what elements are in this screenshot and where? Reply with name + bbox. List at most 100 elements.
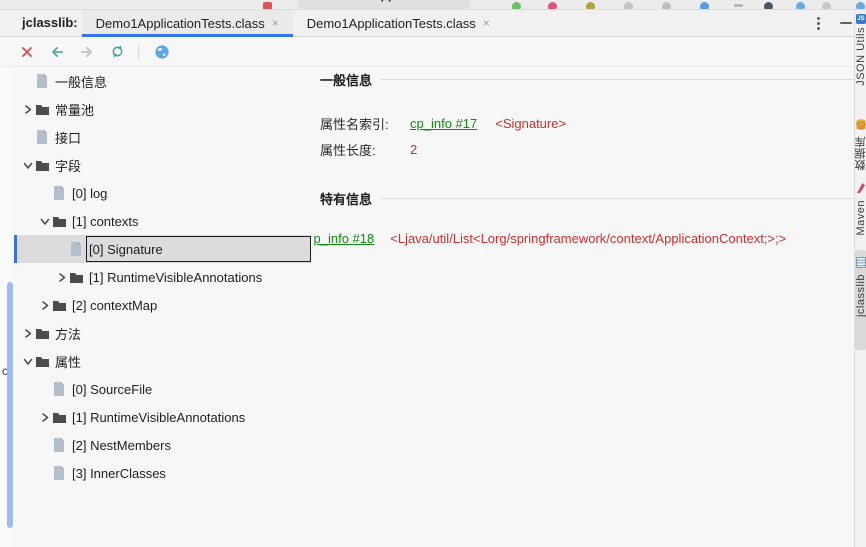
chevron-right-icon[interactable] — [37, 297, 53, 313]
class-tree: 一般信息常量池接口字段 [0] log [1] contexts [0] Signat… — [14, 67, 311, 527]
tree-item[interactable]: 常量池 — [14, 95, 311, 123]
tree-item[interactable]: [1] RuntimeVisibleAnnotations — [14, 263, 311, 291]
profiler-icon — [548, 2, 557, 10]
chevron-right-icon[interactable] — [20, 101, 36, 117]
specific-info-header: 特有信息 — [320, 190, 854, 207]
tree-item[interactable]: [2] NestMembers — [14, 431, 311, 459]
run-configuration-selector[interactable]: Demo1ApplicationTests — [298, 0, 470, 9]
avatar-icon — [856, 2, 865, 10]
bookmark-icon — [263, 2, 272, 10]
record-icon — [764, 2, 773, 10]
tree-item[interactable]: 一般信息 — [14, 67, 311, 95]
chevron-right-icon[interactable] — [20, 325, 36, 341]
signature-row: cp_info #18 <Ljava/util/List<Lorg/spring… — [313, 225, 854, 251]
database-icon — [856, 118, 866, 133]
tree-item[interactable]: [0] SourceFile — [14, 375, 311, 403]
globe-icon — [154, 44, 170, 60]
chevron-down-icon[interactable] — [20, 353, 36, 369]
tree-item-label: [0] log — [72, 186, 107, 201]
stripe-item-label: 数据库 — [855, 136, 866, 171]
tree-item[interactable]: [0] Signature — [14, 235, 311, 263]
tree-item-label: [3] InnerClasses — [72, 466, 166, 481]
document-icon — [36, 130, 50, 144]
tree-item[interactable]: 字段 — [14, 151, 311, 179]
reload-button[interactable] — [104, 41, 130, 63]
tree-item-label: [1] contexts — [72, 214, 138, 229]
more-options-icon[interactable] — [815, 15, 822, 32]
forward-button[interactable] — [74, 41, 100, 63]
tree-item[interactable]: 接口 — [14, 123, 311, 151]
folder-icon — [36, 356, 50, 367]
chevron-down-icon[interactable] — [20, 157, 36, 173]
run-config-name: Demo1ApplicationTests — [332, 0, 468, 2]
document-icon — [53, 186, 67, 200]
toolbar-separator — [138, 43, 139, 60]
attribute-value: 2 — [410, 142, 417, 157]
header-rule — [381, 198, 854, 199]
stop-icon — [624, 2, 633, 10]
json-badge-icon: JS — [856, 14, 866, 24]
coverage-icon — [586, 2, 595, 10]
hide-toolwindow-icon[interactable] — [840, 22, 852, 24]
stripe-item-json-utils[interactable]: JSJSON Utils — [855, 14, 866, 86]
folder-icon — [36, 160, 50, 171]
refresh-icon — [110, 44, 125, 59]
tree-item[interactable]: [0] log — [14, 179, 311, 207]
editor-scrollbar[interactable] — [7, 282, 13, 528]
tree-item[interactable]: [1] RuntimeVisibleAnnotations — [14, 403, 311, 431]
general-info-title: 一般信息 — [320, 70, 372, 89]
tab-close-icon[interactable]: × — [483, 16, 490, 30]
play-icon — [662, 2, 671, 10]
right-toolwindow-stripe: JSJSON Utils 数据库 Maven jclasslib — [854, 10, 866, 547]
jclasslib-icon — [856, 256, 866, 271]
folder-icon — [53, 412, 67, 423]
constant-pool-link[interactable]: cp_info #18 — [313, 231, 374, 246]
folder-icon — [36, 104, 50, 115]
search-icon — [796, 2, 805, 10]
folder-icon — [53, 300, 67, 311]
json-badge-text: JS — [856, 14, 866, 24]
tree-item[interactable]: [2] contextMap — [14, 291, 311, 319]
attribute-label: 属性名索引: — [320, 114, 410, 133]
chevron-right-icon[interactable] — [37, 409, 53, 425]
chevron-down-icon[interactable] — [37, 213, 53, 229]
tab-title: Demo1ApplicationTests.class — [307, 16, 476, 31]
open-in-browser-button[interactable] — [149, 41, 175, 63]
arrow-left-icon — [49, 45, 65, 59]
settings-icon — [822, 2, 831, 10]
tab-1[interactable]: Demo1ApplicationTests.class × — [293, 10, 504, 36]
run-icon — [512, 2, 521, 10]
jclasslib-tab-bar: jclasslib: Demo1ApplicationTests.class×D… — [0, 10, 866, 37]
tree-item-label: [2] contextMap — [72, 298, 157, 313]
chevron-right-icon[interactable] — [54, 269, 70, 285]
tree-item[interactable]: 属性 — [14, 347, 311, 375]
close-panel-button[interactable] — [14, 41, 40, 63]
tree-item-label: [2] NestMembers — [72, 438, 171, 453]
tree-item[interactable]: [3] InnerClasses — [14, 459, 311, 487]
debug-icon — [700, 2, 709, 10]
header-rule — [381, 79, 854, 80]
stripe-item-jclasslib[interactable]: jclasslib — [855, 256, 866, 317]
attribute-row: 属性名索引:cp_info #17 <Signature> — [320, 110, 854, 136]
main-toolbar-strip: Demo1ApplicationTests — [0, 0, 866, 10]
editor-sliver: cl — [0, 67, 14, 547]
constant-pool-link[interactable]: cp_info #17 — [410, 116, 477, 131]
signature-value: <Ljava/util/List<Lorg/springframework/co… — [390, 231, 786, 246]
document-icon — [36, 74, 50, 88]
tab-close-icon[interactable]: × — [272, 16, 279, 30]
document-icon — [53, 438, 67, 452]
stripe-item--[interactable]: 数据库 — [855, 118, 866, 171]
document-icon — [53, 466, 67, 480]
tree-item[interactable]: [1] contexts — [14, 207, 311, 235]
tree-item[interactable]: 方法 — [14, 319, 311, 347]
folder-icon — [70, 272, 84, 283]
folder-icon — [53, 216, 67, 227]
attribute-value: <Signature> — [495, 116, 566, 131]
back-button[interactable] — [44, 41, 70, 63]
more-actions-icon — [734, 4, 743, 7]
stripe-item-maven[interactable]: Maven — [855, 182, 866, 236]
tab-0[interactable]: Demo1ApplicationTests.class× — [82, 10, 293, 36]
tree-item-label: 方法 — [55, 324, 81, 343]
panel-title: jclasslib: — [0, 10, 82, 36]
tree-item-label: [1] RuntimeVisibleAnnotations — [89, 270, 262, 285]
